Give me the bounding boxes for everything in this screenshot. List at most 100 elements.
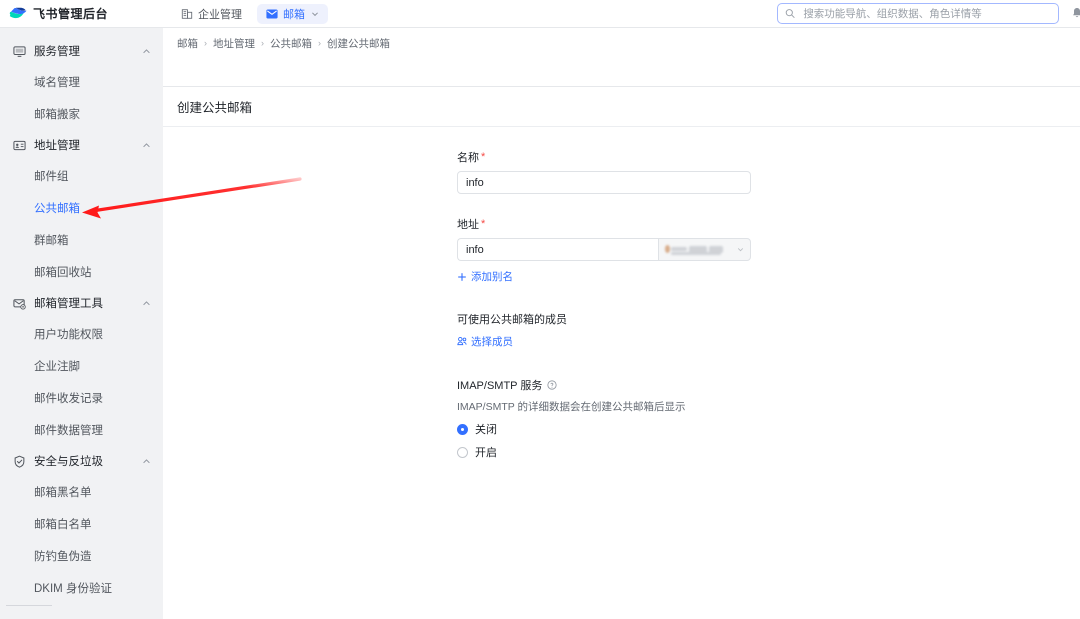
tab-mailbox-label: 邮箱 [283,6,305,22]
page-title: 创建公共邮箱 [163,87,1080,127]
radio-on[interactable] [457,447,468,458]
sidebar-item-mailbox-migration[interactable]: 邮箱搬家 [0,98,163,130]
question-circle-icon[interactable] [547,380,557,390]
sidebar-item-mailbox-recycle-bin[interactable]: 邮箱回收站 [0,256,163,288]
sidebar-item-domain-management[interactable]: 域名管理 [0,66,163,98]
search-input[interactable] [801,7,1051,21]
building-icon [181,8,193,20]
sidebar-item-label: 邮箱白名单 [34,516,92,532]
sidebar-item-group-mailbox[interactable]: 群邮箱 [0,224,163,256]
search-icon [785,8,795,19]
domain-suffix-select[interactable] [658,238,751,261]
feishu-logo-icon [9,6,27,22]
mail-icon [266,8,278,20]
sidebar-item-label: 用户功能权限 [34,326,103,342]
shield-check-icon [13,455,26,468]
add-alias-label: 添加别名 [471,269,513,284]
plus-icon [457,272,467,282]
sidebar-item-mail-logs[interactable]: 邮件收发记录 [0,382,163,414]
sidebar-item-enterprise-footer[interactable]: 企业注脚 [0,350,163,382]
chevron-up-icon [142,299,151,308]
imap-smtp-option-on[interactable]: 开启 [457,444,877,460]
sidebar-item-label: 邮件数据管理 [34,422,103,438]
imap-smtp-label-text: IMAP/SMTP 服务 [457,377,542,393]
address-label-text: 地址 [457,216,479,232]
sidebar-item-label: 防钓鱼伪造 [34,548,92,564]
mail-gear-icon [13,297,26,310]
brand-name: 飞书管理后台 [33,5,108,22]
brand[interactable]: 飞书管理后台 [0,5,160,22]
sidebar-item-mail-whitelist[interactable]: 邮箱白名单 [0,508,163,540]
address-input-group [457,238,751,261]
sidebar-item-label: 企业注脚 [34,358,80,374]
radio-off-label: 关闭 [475,421,497,437]
tab-enterprise-management-label: 企业管理 [198,6,242,22]
top-bar: 飞书管理后台 企业管理 邮箱 [0,0,1080,28]
sidebar-item-label: 邮箱黑名单 [34,484,92,500]
breadcrumb-separator: › [261,38,264,48]
people-icon [457,336,467,346]
name-field-label: 名称 * [457,149,877,165]
members-section-label: 可使用公共邮箱的成员 [457,311,877,327]
notification-icon[interactable] [1072,7,1080,19]
content-card: 创建公共邮箱 名称 * 地址 * [163,86,1080,619]
required-marker: * [481,152,485,163]
sidebar-group-mailbox-tools-label: 邮箱管理工具 [34,295,142,311]
sidebar-item-mail-data-management[interactable]: 邮件数据管理 [0,414,163,446]
breadcrumb-item-public-mailbox[interactable]: 公共邮箱 [270,36,312,51]
sidebar-item-label: DKIM 身份验证 [34,580,112,596]
redacted-domain-text [665,243,733,256]
sidebar-group-address-management[interactable]: 地址管理 [0,130,163,160]
breadcrumb-separator: › [318,38,321,48]
main-content: 邮箱 › 地址管理 › 公共邮箱 › 创建公共邮箱 创建公共邮箱 名称 * 地址… [163,28,1080,619]
breadcrumb: 邮箱 › 地址管理 › 公共邮箱 › 创建公共邮箱 [163,28,1080,58]
sidebar-group-address-management-label: 地址管理 [34,137,142,153]
chevron-up-icon [142,141,151,150]
admin-console-page: 飞书管理后台 企业管理 邮箱 [0,0,1080,619]
tab-enterprise-management[interactable]: 企业管理 [172,4,251,24]
sidebar-item-label: 邮箱回收站 [34,264,92,280]
sidebar-item-label: 公共邮箱 [34,200,80,216]
sidebar-item-label: 邮件收发记录 [34,390,103,406]
name-label-text: 名称 [457,149,479,165]
select-members-button[interactable]: 选择成员 [457,334,513,349]
imap-smtp-section-label: IMAP/SMTP 服务 [457,377,877,393]
name-input[interactable] [457,171,751,194]
breadcrumb-item-address-management[interactable]: 地址管理 [213,36,255,51]
add-alias-button[interactable]: 添加别名 [457,269,513,284]
sidebar-item-mail-group[interactable]: 邮件组 [0,160,163,192]
sidebar-group-security-antispam[interactable]: 安全与反垃圾 [0,446,163,476]
chevron-up-icon [142,47,151,56]
breadcrumb-item-mailbox[interactable]: 邮箱 [177,36,198,51]
id-card-icon [13,139,26,152]
imap-smtp-option-off[interactable]: 关闭 [457,421,877,437]
global-search[interactable] [777,3,1059,24]
create-public-mailbox-form: 名称 * 地址 * [457,149,877,460]
address-field-label: 地址 * [457,216,877,232]
monitor-icon [13,45,26,58]
sidebar-item-anti-phishing[interactable]: 防钓鱼伪造 [0,540,163,572]
radio-off[interactable] [457,424,468,435]
sidebar-item-mail-blacklist[interactable]: 邮箱黑名单 [0,476,163,508]
breadcrumb-separator: › [204,38,207,48]
chevron-down-icon [737,246,744,253]
tab-mailbox[interactable]: 邮箱 [257,4,328,24]
sidebar-group-mailbox-tools[interactable]: 邮箱管理工具 [0,288,163,318]
sidebar-item-label: 群邮箱 [34,232,69,248]
sidebar-item-label: 邮箱搬家 [34,106,80,122]
sidebar-item-public-mailbox[interactable]: 公共邮箱 [0,192,163,224]
chevron-up-icon [142,457,151,466]
sidebar-item-user-permissions[interactable]: 用户功能权限 [0,318,163,350]
sidebar-item-dkim[interactable]: DKIM 身份验证 [0,572,163,604]
select-members-label: 选择成员 [471,334,513,349]
radio-on-label: 开启 [475,444,497,460]
sidebar-item-label: 域名管理 [34,74,80,90]
sidebar-group-service-management[interactable]: 服务管理 [0,36,163,66]
sidebar-group-security-antispam-label: 安全与反垃圾 [34,453,142,469]
imap-smtp-hint: IMAP/SMTP 的详细数据会在创建公共邮箱后显示 [457,399,877,414]
top-nav-tabs: 企业管理 邮箱 [172,4,328,24]
address-input[interactable] [457,238,658,261]
breadcrumb-item-create-public-mailbox: 创建公共邮箱 [327,36,390,51]
sidebar-group-service-management-label: 服务管理 [34,43,142,59]
sidebar-divider [6,605,52,606]
